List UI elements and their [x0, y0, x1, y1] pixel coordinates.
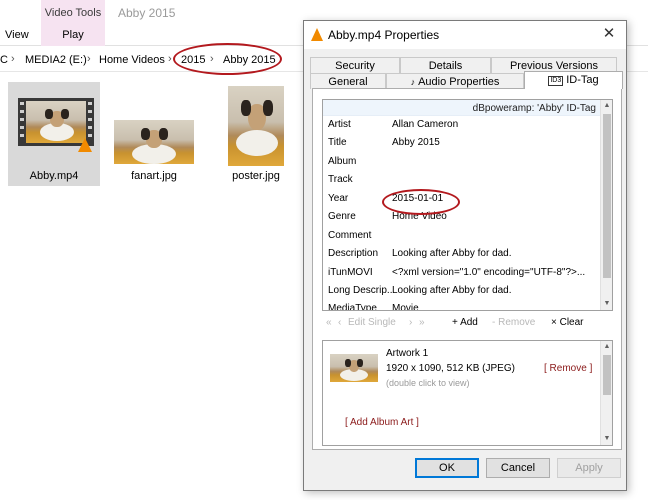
tag-row-long-description[interactable]: Long Descrip... Looking after Abby for da…: [323, 282, 602, 300]
artwork-panel[interactable]: Artwork 1 1920 x 1090, 512 KB (JPEG) (do…: [322, 340, 613, 446]
file-item-poster-jpg[interactable]: poster.jpg: [210, 82, 302, 186]
scroll-down-icon[interactable]: ▼: [601, 298, 612, 310]
remove-artwork-link[interactable]: [ Remove ]: [544, 363, 592, 374]
dialog-titlebar[interactable]: Abby.mp4 Properties ✕: [304, 21, 626, 49]
tag-name: Comment: [328, 230, 372, 241]
image-thumbnail: [228, 86, 284, 166]
tag-value[interactable]: Allan Cameron: [392, 119, 458, 130]
tag-row-album[interactable]: Album: [323, 153, 602, 171]
artwork-info: 1920 x 1090, 512 KB (JPEG): [386, 363, 515, 374]
tag-row-title[interactable]: Title Abby 2015: [323, 134, 602, 152]
first-icon[interactable]: «: [326, 317, 332, 328]
scroll-down-icon[interactable]: ▼: [601, 433, 612, 445]
add-tag-button[interactable]: + Add: [452, 317, 478, 328]
tab-security[interactable]: Security: [310, 57, 400, 73]
chevron-right-icon: ›: [11, 53, 15, 65]
tag-name: Track: [328, 174, 353, 185]
artwork-scrollbar[interactable]: ▲ ▼: [600, 341, 612, 445]
scroll-up-icon[interactable]: ▲: [601, 100, 612, 112]
scrollbar-thumb[interactable]: [603, 355, 611, 395]
breadcrumb-item-abby-2015[interactable]: Abby 2015: [223, 54, 276, 66]
artwork-thumbnail[interactable]: [330, 354, 378, 382]
close-button[interactable]: ✕: [598, 24, 620, 44]
tag-value[interactable]: <?xml version="1.0" encoding="UTF-8"?>..…: [392, 267, 585, 278]
ok-button[interactable]: OK: [415, 458, 479, 478]
tag-name: Album: [328, 156, 357, 167]
chevron-right-icon: ›: [168, 53, 172, 65]
add-album-art-link[interactable]: [ Add Album Art ]: [345, 417, 419, 428]
next-icon[interactable]: ›: [409, 317, 412, 328]
tag-toolbar: « ‹ Edit Single › » + Add - Remove × Cle…: [322, 317, 613, 331]
tag-name: Artist: [328, 119, 351, 130]
tab-id-tag[interactable]: ID3 ID-Tag: [524, 71, 623, 89]
file-name: fanart.jpg: [131, 170, 177, 182]
breadcrumb-item-home-videos[interactable]: Home Videos: [99, 54, 165, 66]
tag-name: MediaType: [328, 303, 377, 311]
tab-general[interactable]: General: [310, 73, 386, 89]
tab-details[interactable]: Details: [400, 57, 491, 73]
clear-tags-button[interactable]: × Clear: [551, 317, 584, 328]
tag-name: iTunMOVI: [328, 267, 373, 278]
breadcrumb-item-drive[interactable]: MEDIA2 (E:): [25, 54, 87, 66]
tag-row-genre[interactable]: Genre Home Video: [323, 208, 602, 226]
file-name: Abby.mp4: [29, 170, 79, 182]
file-item-fanart-jpg[interactable]: fanart.jpg: [108, 82, 200, 186]
tab-id-tag-label: ID-Tag: [566, 74, 599, 86]
tag-row-mediatype[interactable]: MediaType Movie: [323, 300, 602, 311]
window-title: Abby 2015: [118, 6, 176, 20]
tag-name: Year: [328, 193, 349, 204]
edit-single-button[interactable]: Edit Single: [348, 317, 396, 328]
dialog-title: Abby.mp4 Properties: [328, 28, 440, 42]
tag-row-itunmovi[interactable]: iTunMOVI <?xml version="1.0" encoding="UT…: [323, 264, 602, 282]
tag-value[interactable]: Abby 2015: [392, 137, 440, 148]
id-tag-panel: dBpoweramp: 'Abby' ID-Tag Artist Allan Ca…: [312, 88, 622, 450]
tag-row-artist[interactable]: Artist Allan Cameron: [323, 116, 602, 134]
context-tab-title: Video Tools: [44, 7, 102, 19]
tab-play[interactable]: Play: [41, 29, 105, 41]
cancel-button[interactable]: Cancel: [486, 458, 550, 478]
artwork-title: Artwork 1: [386, 348, 429, 359]
tag-row-comment[interactable]: Comment: [323, 227, 602, 245]
breadcrumb-item-2015[interactable]: 2015: [181, 54, 205, 66]
tag-name: Title: [328, 137, 347, 148]
file-item-abby-mp4[interactable]: Abby.mp4: [8, 82, 100, 186]
tab-audio-properties[interactable]: ♪ Audio Properties: [386, 73, 524, 89]
chevron-right-icon: ›: [87, 53, 91, 65]
chevron-right-icon: ›: [210, 53, 214, 65]
tab-view[interactable]: View: [5, 29, 29, 41]
previous-icon[interactable]: ‹: [338, 317, 341, 328]
tag-value[interactable]: Movie: [392, 303, 419, 310]
tag-value[interactable]: Looking after Abby for dad.: [392, 248, 512, 259]
tab-audio-label: Audio Properties: [418, 76, 500, 88]
tag-row-year[interactable]: Year 2015-01-01: [323, 190, 602, 208]
tag-name: Genre: [328, 211, 356, 222]
vlc-cone-icon: [311, 28, 323, 41]
tag-value[interactable]: 2015-01-01: [392, 193, 443, 204]
id3-icon: ID3: [548, 76, 564, 86]
tag-list-scrollbar[interactable]: ▲ ▼: [600, 100, 612, 310]
breadcrumb-item-pc[interactable]: C: [0, 54, 8, 66]
speaker-icon: ♪: [410, 77, 416, 87]
tag-value[interactable]: Looking after Abby for dad.: [392, 285, 512, 296]
remove-tag-button[interactable]: - Remove: [492, 317, 535, 328]
image-thumbnail: [114, 120, 194, 164]
tag-name: Description: [328, 248, 379, 259]
tag-list-header-text: dBpoweramp: 'Abby' ID-Tag: [472, 103, 596, 114]
scrollbar-thumb[interactable]: [603, 114, 611, 278]
file-name: poster.jpg: [232, 170, 280, 182]
tag-value[interactable]: Home Video: [392, 211, 447, 222]
vlc-cone-icon: [78, 138, 92, 152]
artwork-hint: (double click to view): [386, 378, 470, 388]
tag-name: Long Descrip...: [328, 285, 392, 296]
tag-row-track[interactable]: Track: [323, 171, 602, 189]
context-tab-video-tools[interactable]: Video Tools Play: [41, 0, 105, 46]
last-icon[interactable]: »: [419, 317, 425, 328]
apply-button[interactable]: Apply: [557, 458, 621, 478]
scroll-up-icon[interactable]: ▲: [601, 341, 612, 353]
properties-dialog: Abby.mp4 Properties ✕ Security Details P…: [303, 20, 627, 491]
tag-row-description[interactable]: Description Looking after Abby for dad.: [323, 245, 602, 263]
tag-list[interactable]: dBpoweramp: 'Abby' ID-Tag Artist Allan Ca…: [322, 99, 613, 311]
